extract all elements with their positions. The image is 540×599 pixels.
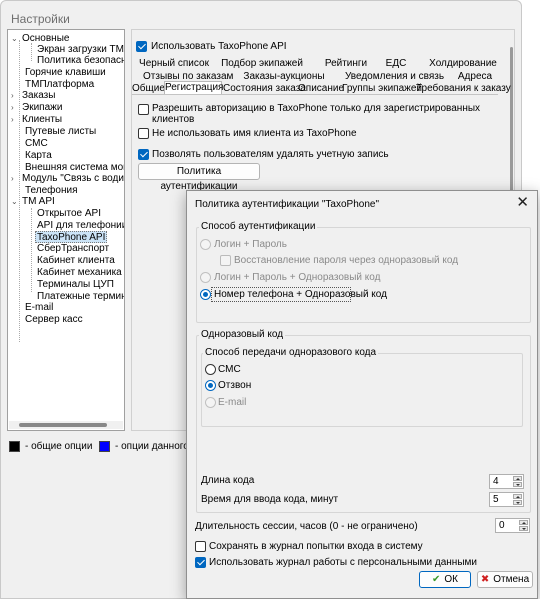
dialog-title: Политика аутентификации "TaxoPhone": [195, 199, 380, 210]
restore-password-label: Восстановление пароля через одноразовый …: [234, 255, 459, 266]
session-duration-stepper[interactable]: 0: [495, 518, 530, 533]
expand-icon[interactable]: ⌄: [11, 196, 18, 208]
stepper-buttons[interactable]: [513, 476, 522, 487]
tree-guide-line: [31, 43, 32, 61]
tree-item-map[interactable]: Карта: [25, 150, 52, 162]
stepper-up-icon[interactable]: [513, 494, 522, 499]
log-attempts-label: Сохранять в журнал попытки входа в систе…: [209, 541, 423, 552]
legend-general-options: - общие опции: [25, 441, 93, 452]
stepper-up-icon[interactable]: [519, 520, 528, 525]
tree-item-cup-terminals[interactable]: Терминалы ЦУП: [37, 279, 114, 291]
login-password-otp-radio[interactable]: [200, 272, 211, 283]
tree-guide-line: [19, 40, 20, 342]
expand-icon[interactable]: ›: [11, 114, 14, 126]
data-options-swatch: [99, 441, 110, 452]
log-attempts-checkbox[interactable]: [195, 541, 206, 552]
stepper-buttons[interactable]: [519, 520, 528, 531]
personal-data-log-label: Использовать журнал работы с персональны…: [209, 557, 477, 568]
tree-item-hotkeys[interactable]: Горячие клавиши: [25, 67, 106, 79]
code-length-label: Длина кода: [201, 475, 255, 486]
tree-item-taxophone-api[interactable]: TaxoPhone API: [35, 231, 108, 243]
stepper-down-icon[interactable]: [519, 526, 528, 531]
personal-data-log-checkbox[interactable]: [195, 557, 206, 568]
stepper-down-icon[interactable]: [513, 482, 522, 487]
expand-icon[interactable]: ›: [11, 90, 14, 102]
callback-label: Отзвон: [218, 380, 252, 391]
tab-ratings[interactable]: Рейтинги: [319, 57, 373, 70]
tree-item-sbertransport[interactable]: СберТранспорт: [37, 243, 109, 255]
callback-radio[interactable]: [205, 380, 216, 391]
check-icon: ✔: [432, 574, 441, 585]
tree-horizontal-scrollbar[interactable]: [9, 421, 123, 429]
phone-otp-label: Номер телефона + Одноразовый код: [214, 289, 387, 300]
tab-holding[interactable]: Холдирование: [427, 57, 499, 70]
sms-label: СМС: [218, 364, 241, 375]
tree-item-sms[interactable]: СМС: [25, 138, 48, 150]
email-label: E-mail: [218, 397, 247, 408]
tree-item-cash-server[interactable]: Сервер касс: [25, 314, 83, 326]
tree-item-client-cabinet[interactable]: Кабинет клиента: [37, 255, 115, 267]
tree-item-security-policy[interactable]: Политика безопасност: [37, 55, 124, 67]
tree-item-tm-api[interactable]: TM API: [22, 196, 55, 208]
login-password-radio[interactable]: [200, 239, 211, 250]
window-title: Настройки: [11, 12, 70, 26]
allow-delete-account-checkbox[interactable]: [138, 149, 149, 160]
code-length-value: 4: [493, 476, 499, 487]
tab-crew-selection[interactable]: Подбор экипажей: [221, 57, 303, 70]
tab-eds[interactable]: ЕДС: [381, 57, 411, 70]
expand-icon[interactable]: ›: [11, 102, 14, 114]
tab-blacklist[interactable]: Черный список: [139, 57, 209, 70]
input-time-value: 5: [493, 494, 499, 505]
ok-label: ОК: [444, 574, 458, 585]
tree-item-orders[interactable]: Заказы: [22, 90, 55, 102]
tree-item-crews[interactable]: Экипажи: [22, 102, 62, 114]
registered-only-label: Разрешить авторизацию в TaxoPhone только…: [152, 103, 481, 114]
input-time-stepper[interactable]: 5: [489, 492, 524, 507]
registered-only-label-line2: клиентов: [152, 114, 195, 125]
login-password-label: Логин + Пароль: [214, 239, 287, 250]
cancel-button[interactable]: ✖ Отмена: [477, 571, 533, 588]
transfer-method-group-title: Способ передачи одноразового кода: [203, 347, 379, 359]
auth-policy-dialog: Политика аутентификации "TaxoPhone" ✕ Сп…: [186, 190, 538, 599]
settings-tree[interactable]: ⌄ Основные Экран загрузки ТМ Политика бе…: [7, 29, 125, 431]
tree-item-waybills[interactable]: Путевые листы: [25, 126, 96, 138]
stepper-buttons[interactable]: [513, 494, 522, 505]
login-password-otp-label: Логин + Пароль + Одноразовый код: [214, 272, 381, 283]
session-duration-label: Длительность сессии, часов (0 - не огран…: [195, 521, 418, 532]
email-radio[interactable]: [205, 397, 216, 408]
close-icon[interactable]: ✕: [516, 194, 529, 212]
allow-delete-account-label: Позволять пользователям удалять учетную …: [152, 149, 389, 160]
expand-icon[interactable]: ⌄: [11, 33, 18, 45]
tab-registration[interactable]: Регистрация: [164, 81, 223, 94]
tree-guide-line: [31, 208, 32, 292]
tab-strip-border: [132, 94, 498, 95]
otp-group-title: Одноразовый код: [199, 329, 286, 341]
scrollbar-thumb[interactable]: [19, 423, 107, 427]
no-client-name-label: Не использовать имя клиента из TaxoPhone: [152, 128, 357, 139]
use-taxophone-checkbox[interactable]: [136, 41, 147, 52]
registered-only-checkbox[interactable]: [138, 104, 149, 115]
general-options-swatch: [9, 441, 20, 452]
tree-item-email[interactable]: E-mail: [25, 302, 53, 314]
tree-item-mechanic-cabinet[interactable]: Кабинет механика: [37, 267, 122, 279]
use-taxophone-label: Использовать TaxoPhone API: [151, 41, 287, 52]
tree-item-clients[interactable]: Клиенты: [22, 114, 62, 126]
expand-icon[interactable]: ›: [11, 173, 14, 185]
phone-otp-radio[interactable]: [200, 289, 211, 300]
sms-radio[interactable]: [205, 364, 216, 375]
stepper-down-icon[interactable]: [513, 500, 522, 505]
session-duration-value: 0: [499, 520, 505, 531]
stepper-up-icon[interactable]: [513, 476, 522, 481]
tree-item-driver-link[interactable]: Модуль "Связь с водителем": [22, 173, 124, 185]
close-icon: ✖: [480, 574, 490, 585]
code-length-stepper[interactable]: 4: [489, 474, 524, 489]
tree-item-open-api[interactable]: Открытое API: [37, 208, 101, 220]
auth-policy-button[interactable]: Политика аутентификации: [138, 163, 260, 192]
no-client-name-checkbox[interactable]: [138, 128, 149, 139]
cancel-label: Отмена: [493, 574, 530, 585]
restore-password-checkbox[interactable]: [220, 255, 231, 266]
auth-method-group-title: Способ аутентификации: [199, 221, 318, 233]
input-time-label: Время для ввода кода, минут: [201, 494, 339, 505]
ok-button[interactable]: ✔ ОК: [419, 571, 471, 588]
